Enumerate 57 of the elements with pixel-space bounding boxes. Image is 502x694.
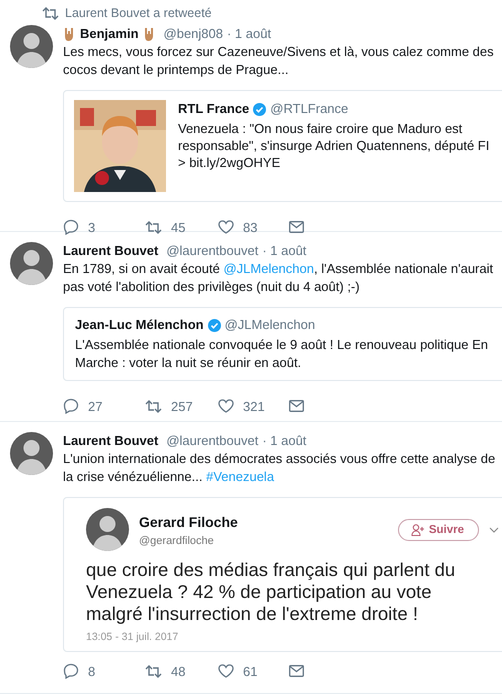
reply-icon — [63, 219, 79, 235]
heart-icon — [218, 664, 234, 678]
retweet-icon — [145, 664, 162, 678]
retweet-button[interactable]: 45 — [145, 220, 218, 234]
avatar[interactable] — [10, 432, 53, 475]
author-name[interactable]: Benjamin — [80, 25, 139, 43]
add-person-icon — [410, 524, 425, 536]
avatar[interactable] — [10, 25, 53, 68]
heart-icon — [218, 220, 234, 234]
quoted-text: Venezuela : "On nous faire croire que Maduro est responsable", s'insurge Adrien Quatennens, député FI > bit.ly/2wgOHYE — [178, 120, 490, 171]
quoted-name: Gerard Filoche — [139, 512, 238, 530]
reply-button[interactable]: 8 — [63, 663, 145, 679]
tweet-screenshot[interactable]: Gerard Filoche @gerardfiloche Suivre que croire des médias français qui parlent du Venezuela ? 42 % de participation au vote malgré l'insurrection de l'extreme droite ! 13:05 - 31 juil. 2017 — [63, 497, 502, 652]
author-handle[interactable]: @laurentbouvet — [166, 242, 258, 260]
like-button[interactable]: 83 — [218, 220, 289, 234]
quoted-handle: @JLMelenchon — [224, 316, 316, 334]
author-name[interactable]: Laurent Bouvet — [63, 242, 158, 260]
like-button[interactable]: 61 — [218, 664, 289, 678]
mail-icon[interactable] — [289, 221, 304, 233]
retweet-icon — [145, 220, 162, 234]
reply-icon — [63, 663, 79, 679]
quoted-text: L'Assemblée nationale convoquée le 9 août ! Le renouveau politique En Marche : voter la nuit se réunir en août. — [75, 336, 490, 372]
retweet-button[interactable]: 48 — [145, 664, 218, 678]
link-card[interactable]: RTL France @RTLFrance Venezuela : "On nous faire croire que Maduro est responsable", s'insurge Adrien Quatennens, député FI > bit.ly/2wgOHYE — [63, 90, 502, 202]
retweet-note: Laurent Bouvet a retweeté — [65, 6, 212, 20]
reply-button[interactable]: 27 — [63, 398, 145, 414]
tweet-text: L'union internationale des démocrates associés vous offre cette analyse de la crise vénézuélienne... #Venezuela — [63, 450, 496, 486]
quoted-handle: @RTLFrance — [270, 100, 348, 118]
author-handle[interactable]: @laurentbouvet — [166, 432, 258, 450]
quoted-text: que croire des médias français qui parlent du Venezuela ? 42 % de participation au vote malgré l'insurrection de l'extreme droite ! — [86, 559, 456, 625]
quoted-tweet[interactable]: Jean-Luc Mélenchon @JLMelenchon L'Assemblée nationale convoquée le 9 août ! Le renouveau politique En Marche : voter la nuit se réunir en août. — [63, 307, 502, 381]
reply-icon — [63, 398, 79, 414]
tweet-text: Les mecs, vous forcez sur Cazeneuve/Sivens et là, vous calez comme des cocos devant le printemps de Prague... — [63, 43, 495, 79]
follow-button[interactable]: Suivre — [398, 518, 479, 540]
retweet-button[interactable]: 257 — [145, 398, 218, 414]
heart-icon — [218, 399, 234, 413]
retweet-icon — [42, 6, 59, 20]
timestamp: 13:05 - 31 juil. 2017 — [86, 631, 180, 643]
reply-button[interactable]: 3 — [63, 219, 145, 235]
quoted-name: RTL France — [178, 100, 250, 118]
tweet-date[interactable]: · 1 août — [226, 25, 272, 43]
retweet-icon — [145, 400, 162, 412]
avatar[interactable] — [86, 508, 129, 551]
author-name[interactable]: Laurent Bouvet — [63, 432, 158, 450]
tweet-date[interactable]: · 1 août — [262, 432, 306, 450]
mail-icon[interactable] — [289, 665, 304, 677]
tweet-text: En 1789, si on avait écouté @JLMelenchon, l'Assemblée nationale n'aurait pas voté l'abolition des privilèges (nuit du 4 août) ;-) — [63, 260, 494, 296]
chevron-down-icon[interactable] — [489, 526, 499, 532]
quoted-name: Jean-Luc Mélenchon — [75, 316, 204, 334]
author-handle[interactable]: @benj808 — [164, 25, 223, 43]
tweet-link[interactable]: @JLMelenchon — [223, 261, 314, 276]
tweet-date[interactable]: · 1 août — [262, 242, 306, 260]
like-button[interactable]: 321 — [218, 398, 289, 414]
quoted-handle: @gerardfiloche — [139, 534, 215, 546]
tweet-link[interactable]: #Venezuela — [206, 469, 274, 484]
avatar[interactable] — [10, 242, 53, 285]
mail-icon[interactable] — [289, 400, 304, 412]
